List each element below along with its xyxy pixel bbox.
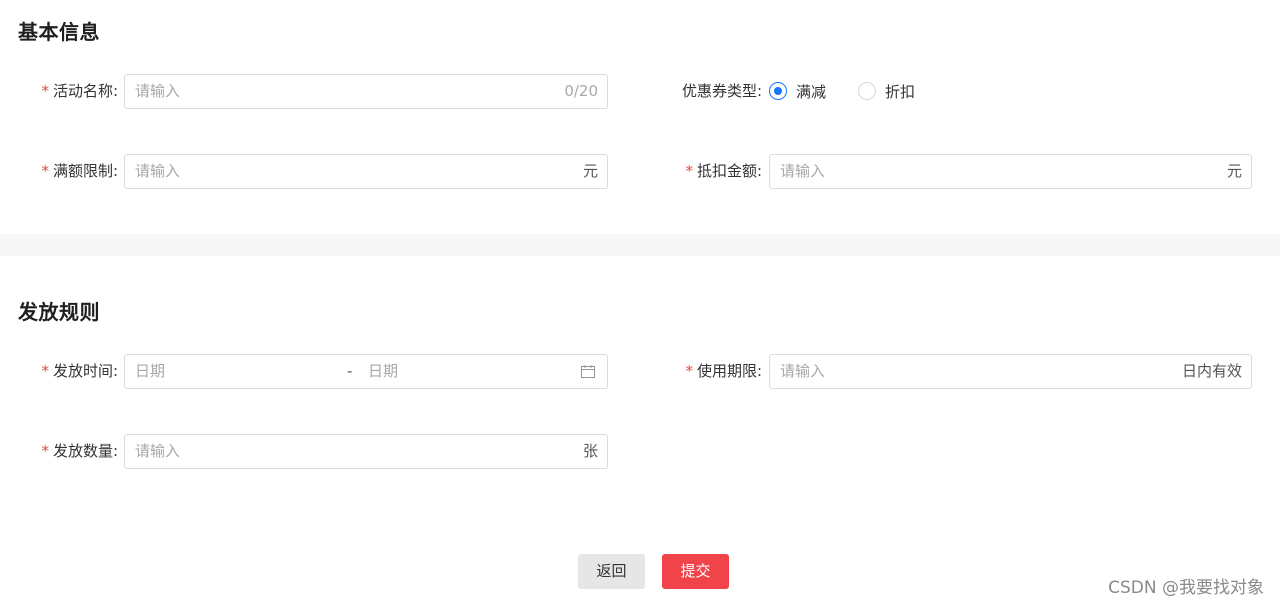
required-mark: * xyxy=(41,82,49,100)
required-mark: * xyxy=(41,442,49,460)
required-mark: * xyxy=(685,362,693,380)
char-counter: 0/20 xyxy=(564,82,598,100)
coupon-type-radio-group: 满减 折扣 xyxy=(769,74,947,108)
section-divider xyxy=(0,234,1280,256)
amount-limit-input[interactable]: 请输入 元 xyxy=(124,154,608,189)
required-mark: * xyxy=(41,162,49,180)
radio-unchecked-icon xyxy=(858,82,877,100)
radio-full-reduction[interactable]: 满减 xyxy=(769,81,826,102)
currency-suffix: 元 xyxy=(1226,162,1242,180)
date-range-separator: - xyxy=(347,362,353,380)
validity-period-placeholder: 请输入 xyxy=(780,362,826,380)
issue-quantity-label: * 发放数量: xyxy=(41,442,118,460)
days-suffix: 日内有效 xyxy=(1181,362,1242,380)
validity-period-input[interactable]: 请输入 日内有效 xyxy=(769,354,1252,389)
activity-name-label: * 活动名称: xyxy=(41,82,118,100)
coupon-type-label: 优惠券类型: xyxy=(681,82,762,100)
unit-suffix: 张 xyxy=(582,442,598,460)
activity-name-placeholder: 请输入 xyxy=(135,82,181,100)
deduction-amount-placeholder: 请输入 xyxy=(780,162,826,180)
required-mark: * xyxy=(685,162,693,180)
currency-suffix: 元 xyxy=(582,162,598,180)
deduction-amount-input[interactable]: 请输入 元 xyxy=(769,154,1252,189)
amount-limit-label: * 满额限制: xyxy=(41,162,118,180)
issue-time-range-picker[interactable]: 日期 - 日期 xyxy=(124,354,608,389)
issue-quantity-input[interactable]: 请输入 张 xyxy=(124,434,608,469)
issue-time-label: * 发放时间: xyxy=(41,362,118,380)
deduction-amount-label: * 抵扣金额: xyxy=(685,162,762,180)
section-title-issue-rules: 发放规则 xyxy=(18,300,100,324)
radio-checked-icon xyxy=(769,82,787,100)
start-date-placeholder[interactable]: 日期 xyxy=(135,355,165,388)
section-title-basic-info: 基本信息 xyxy=(18,20,100,44)
submit-button[interactable]: 提交 xyxy=(662,554,729,589)
issue-quantity-placeholder: 请输入 xyxy=(135,442,181,460)
back-button[interactable]: 返回 xyxy=(578,554,645,589)
calendar-icon[interactable] xyxy=(581,365,595,378)
validity-period-label: * 使用期限: xyxy=(685,362,762,380)
activity-name-input[interactable]: 请输入 0/20 xyxy=(124,74,608,109)
amount-limit-placeholder: 请输入 xyxy=(135,162,181,180)
watermark: CSDN @我要找对象 xyxy=(1108,578,1264,598)
end-date-placeholder[interactable]: 日期 xyxy=(368,355,398,388)
radio-discount[interactable]: 折扣 xyxy=(858,81,915,102)
required-mark: * xyxy=(41,362,49,380)
